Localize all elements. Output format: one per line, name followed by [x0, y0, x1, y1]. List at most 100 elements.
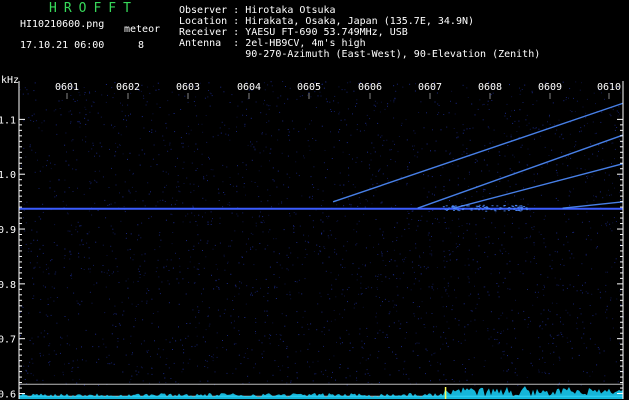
- noise-speck: [244, 352, 246, 354]
- noise-speck: [159, 246, 161, 248]
- noise-speck: [453, 128, 455, 129]
- noise-speck: [266, 104, 268, 106]
- noise-speck: [226, 166, 228, 168]
- noise-speck: [333, 111, 335, 112]
- noise-speck: [242, 114, 244, 116]
- noise-speck: [445, 227, 447, 229]
- noise-speck: [88, 257, 90, 259]
- noise-speck: [543, 284, 545, 286]
- noise-speck: [322, 373, 324, 375]
- noise-speck: [68, 187, 70, 189]
- noise-speck: [36, 262, 38, 264]
- noise-speck: [235, 343, 237, 345]
- noise-speck: [448, 295, 450, 297]
- noise-speck: [542, 321, 544, 323]
- noise-speck: [431, 286, 433, 288]
- noise-speck: [562, 81, 564, 83]
- noise-speck: [595, 103, 596, 105]
- noise-speck: [169, 142, 171, 144]
- noise-speck: [418, 220, 420, 221]
- noise-speck: [223, 254, 225, 256]
- noise-speck: [421, 215, 423, 217]
- noise-speck: [232, 372, 234, 374]
- noise-speck: [413, 271, 415, 273]
- noise-speck: [445, 379, 447, 381]
- noise-speck: [20, 246, 22, 248]
- noise-speck: [317, 303, 319, 305]
- noise-speck: [282, 340, 284, 342]
- noise-speck: [81, 240, 83, 242]
- noise-speck: [446, 306, 447, 308]
- noise-speck: [178, 190, 180, 192]
- noise-speck: [316, 244, 318, 246]
- noise-speck: [162, 135, 164, 137]
- noise-speck: [548, 155, 550, 156]
- noise-speck: [255, 222, 257, 224]
- noise-speck: [569, 257, 571, 259]
- noise-speck: [107, 363, 109, 365]
- noise-speck: [527, 326, 529, 328]
- noise-speck: [119, 144, 121, 146]
- noise-speck: [544, 362, 546, 363]
- noise-speck: [61, 99, 63, 101]
- noise-speck: [60, 352, 61, 354]
- noise-speck: [223, 192, 225, 193]
- noise-speck: [291, 120, 293, 122]
- noise-speck: [556, 251, 558, 253]
- noise-speck: [606, 225, 608, 227]
- noise-speck: [297, 321, 299, 323]
- noise-speck: [581, 337, 583, 339]
- noise-speck: [147, 373, 149, 375]
- carrier-echo: [445, 209, 448, 211]
- noise-speck: [520, 198, 522, 200]
- noise-speck: [170, 213, 172, 215]
- x-tick-label: 0603: [176, 82, 200, 93]
- noise-speck: [511, 362, 513, 364]
- noise-speck: [571, 357, 573, 359]
- noise-speck: [48, 362, 50, 364]
- noise-speck: [405, 257, 407, 258]
- noise-speck: [142, 200, 144, 202]
- noise-speck: [286, 198, 288, 200]
- noise-speck: [499, 249, 501, 251]
- noise-speck: [247, 144, 249, 146]
- noise-speck: [583, 125, 585, 127]
- noise-speck: [325, 98, 327, 100]
- noise-speck: [581, 221, 583, 223]
- noise-speck: [497, 291, 499, 293]
- noise-speck: [346, 91, 348, 93]
- noise-speck: [346, 124, 348, 126]
- noise-speck: [407, 287, 408, 289]
- noise-speck: [293, 231, 295, 233]
- noise-speck: [344, 119, 346, 121]
- noise-speck: [309, 366, 311, 368]
- noise-speck: [389, 261, 391, 262]
- noise-speck: [614, 262, 616, 264]
- noise-speck: [551, 302, 553, 304]
- noise-speck: [498, 238, 499, 240]
- noise-speck: [349, 203, 351, 205]
- noise-speck: [48, 155, 50, 157]
- noise-speck: [367, 286, 369, 288]
- noise-speck: [248, 382, 250, 383]
- noise-speck: [401, 122, 403, 124]
- noise-speck: [222, 206, 224, 208]
- noise-speck: [568, 155, 569, 157]
- noise-speck: [110, 245, 112, 247]
- noise-speck: [213, 354, 214, 356]
- noise-speck: [128, 363, 130, 365]
- noise-speck: [173, 222, 175, 224]
- noise-speck: [260, 200, 262, 202]
- noise-speck: [566, 337, 568, 339]
- noise-speck: [117, 270, 119, 272]
- noise-speck: [514, 109, 515, 111]
- noise-speck: [466, 148, 468, 150]
- carrier-echo: [503, 205, 506, 207]
- noise-speck: [173, 267, 174, 269]
- noise-speck: [55, 271, 57, 273]
- noise-speck: [239, 334, 240, 335]
- noise-speck: [22, 307, 24, 308]
- noise-speck: [237, 173, 239, 175]
- noise-speck: [611, 142, 613, 144]
- noise-speck: [592, 315, 594, 317]
